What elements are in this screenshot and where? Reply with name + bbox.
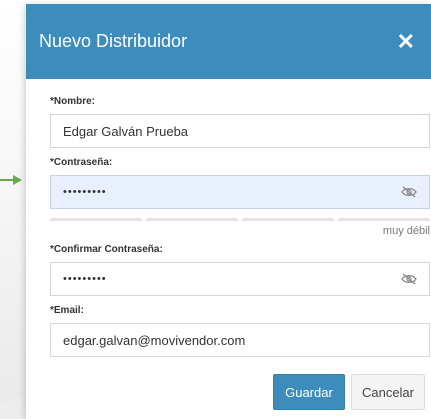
confirmar-input[interactable]: ••••••••• (50, 262, 430, 296)
strength-segment (50, 218, 142, 221)
modal-title: Nuevo Distribuidor (39, 31, 188, 51)
email-value: edgar.galvan@movivendor.com (63, 332, 246, 348)
confirmar-value: ••••••••• (63, 273, 107, 285)
email-label: *Email: (50, 305, 84, 316)
email-input[interactable]: edgar.galvan@movivendor.com (50, 323, 430, 357)
arrow-pointer-icon (0, 175, 22, 185)
cancelar-button[interactable]: Cancelar (350, 374, 425, 410)
eye-slash-icon[interactable] (401, 273, 417, 285)
modal-backdrop (0, 0, 26, 419)
contrasena-label: *Contraseña: (50, 157, 113, 168)
contrasena-value: ••••••••• (63, 186, 107, 198)
password-strength-meter (50, 218, 430, 221)
strength-segment (338, 218, 430, 221)
nombre-value: Edgar Galván Prueba (63, 123, 189, 139)
modal-body: *Nombre: Edgar Galván Prueba *Contraseña… (26, 79, 431, 357)
confirmar-label: *Confirmar Contraseña: (50, 244, 163, 255)
strength-segment (242, 218, 334, 221)
strength-segment (146, 218, 238, 221)
password-strength-text: muy débil (382, 225, 430, 237)
guardar-button[interactable]: Guardar (272, 374, 345, 410)
contrasena-input[interactable]: ••••••••• (50, 175, 430, 209)
close-icon[interactable]: ✕ (397, 30, 415, 53)
new-distributor-modal: Nuevo Distribuidor ✕ *Nombre: Edgar Galv… (26, 4, 431, 419)
eye-slash-icon[interactable] (401, 186, 417, 198)
nombre-input[interactable]: Edgar Galván Prueba (50, 114, 430, 148)
nombre-label: *Nombre: (50, 96, 96, 107)
modal-header: Nuevo Distribuidor ✕ (26, 4, 431, 79)
modal-footer: Guardar Cancelar (272, 374, 425, 410)
